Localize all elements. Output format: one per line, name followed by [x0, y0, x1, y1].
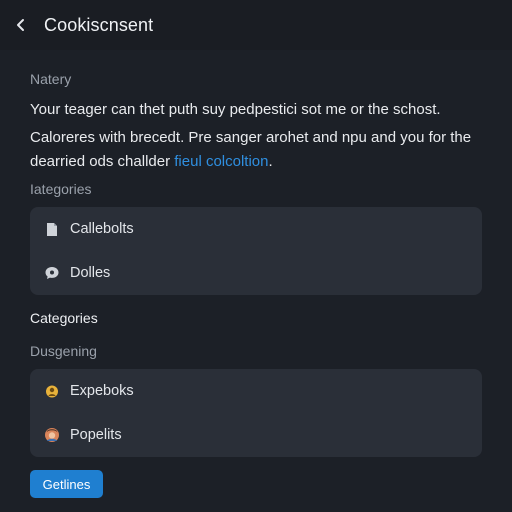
category-item-label: Callebolts [70, 221, 134, 237]
category-item-dolles[interactable]: Dolles [30, 251, 482, 295]
dusgening-item-popelits[interactable]: Popelits [30, 413, 482, 457]
user-avatar-icon [44, 427, 60, 443]
notice-paragraph-1: Your teager can thet puth suy pedpestici… [30, 101, 441, 118]
chevron-left-icon [17, 19, 24, 31]
categories-label: Iategories [30, 181, 92, 197]
category-item-callebolts[interactable]: Callebolts [30, 207, 482, 251]
dusgening-item-label: Expeboks [70, 383, 134, 399]
getlines-button[interactable]: Getlines [30, 470, 103, 498]
notice-label: Natery [30, 71, 72, 87]
chat-bubble-icon [44, 265, 60, 281]
section-heading: Categories [30, 310, 98, 326]
dusgening-label: Dusgening [30, 343, 97, 359]
dusgening-item-expeboks[interactable]: Expeboks [30, 369, 482, 413]
policy-link[interactable]: fieul colcoltion [174, 153, 268, 170]
dusgening-card: Expeboks Popelits [30, 369, 482, 457]
badge-icon [44, 383, 60, 399]
categories-card: Callebolts Dolles [30, 207, 482, 295]
app-header: Cookiscnsent [0, 0, 512, 50]
back-button[interactable] [10, 14, 32, 36]
notice-paragraph-2: Caloreres with brecedt. Pre sanger arohe… [30, 126, 490, 174]
page-title: Cookiscnsent [44, 14, 154, 35]
dusgening-item-label: Popelits [70, 427, 122, 443]
notice-paragraph-2-end: . [268, 153, 273, 170]
document-icon [44, 221, 60, 237]
category-item-label: Dolles [70, 265, 111, 281]
